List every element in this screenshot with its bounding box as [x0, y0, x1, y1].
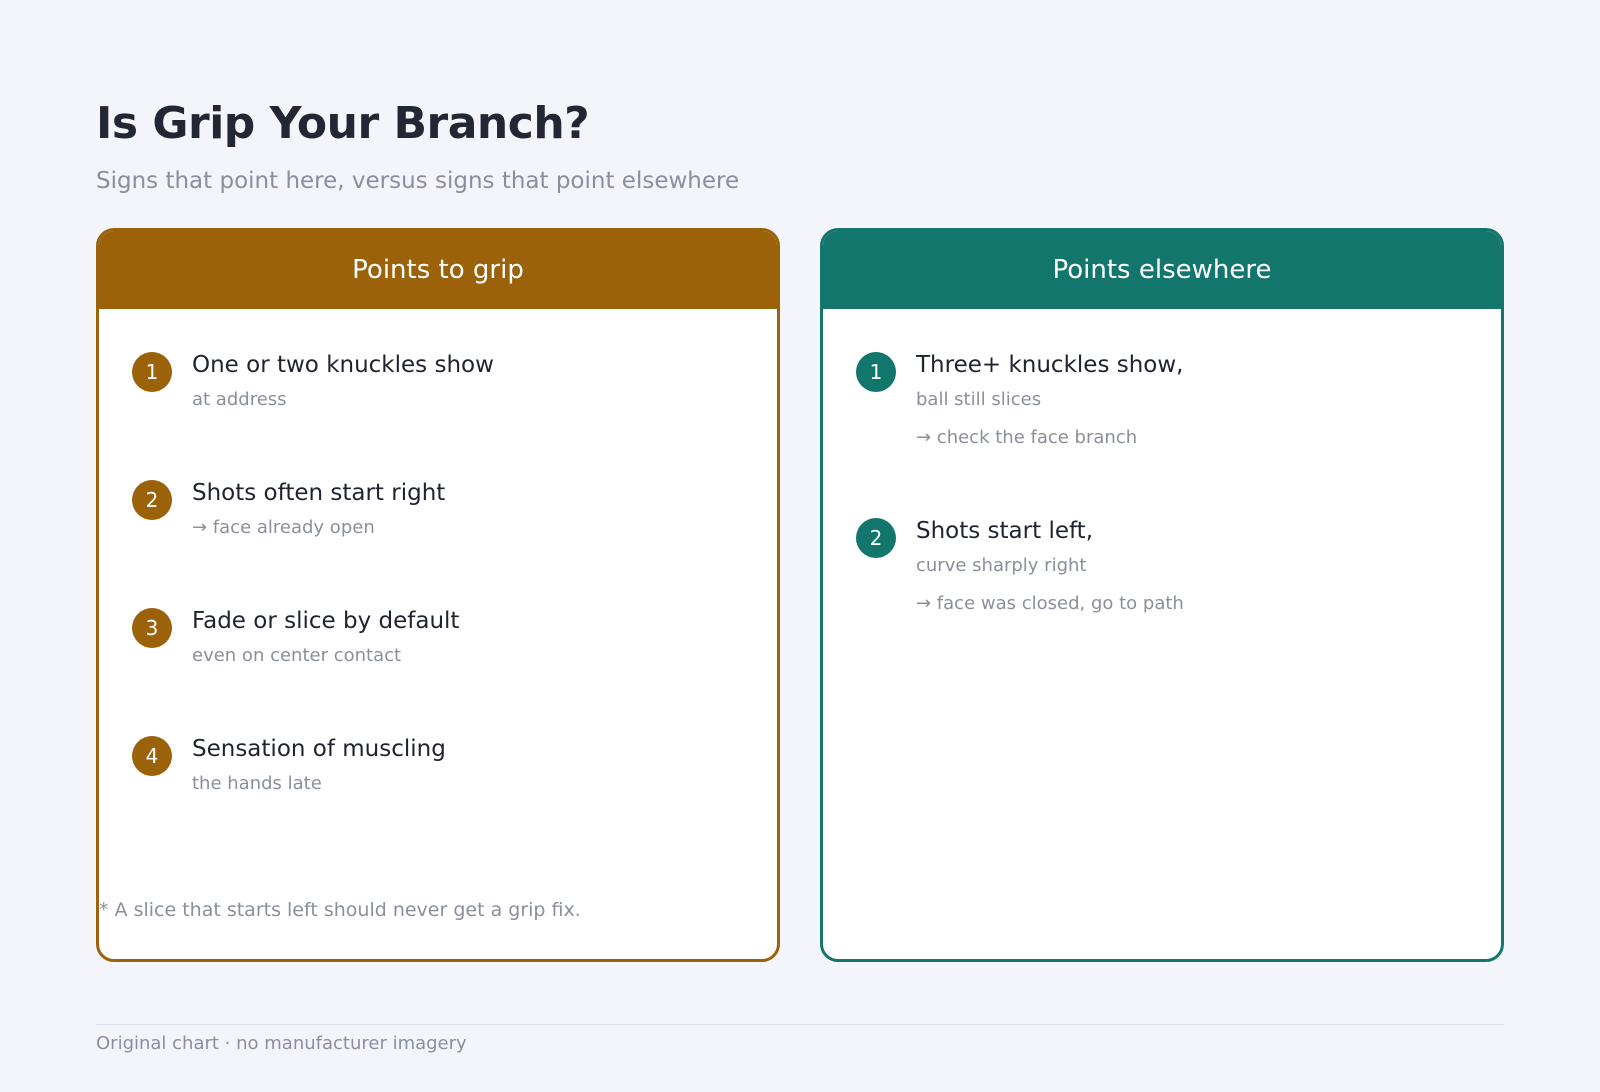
item-detail: → face already open — [192, 517, 375, 538]
number-badge: 2 — [132, 480, 172, 520]
item-title: One or two knuckles show — [192, 352, 494, 378]
page-subtitle: Signs that point here, versus signs that… — [96, 168, 740, 194]
grip-panel-header: Points to grip — [99, 231, 777, 309]
item-detail: curve sharply right — [916, 555, 1087, 576]
footer-divider — [96, 1024, 1504, 1025]
item-title: Shots start left, — [916, 518, 1094, 544]
footer-note: Original chart · no manufacturer imagery — [96, 1033, 467, 1054]
item-detail: even on center contact — [192, 645, 402, 666]
grip-panel: Points to grip 1 One or two knuckles sho… — [96, 228, 780, 962]
item-detail: the hands late — [192, 773, 322, 794]
item-detail: → face was closed, go to path — [916, 593, 1184, 614]
item-title: Sensation of muscling — [192, 736, 446, 762]
item-detail: → check the face branch — [916, 427, 1138, 448]
item-title: Three+ knuckles show, — [916, 352, 1184, 378]
number-badge: 1 — [132, 352, 172, 392]
number-badge: 2 — [856, 518, 896, 558]
number-badge: 3 — [132, 608, 172, 648]
item-detail: at address — [192, 389, 287, 410]
number-badge: 4 — [132, 736, 172, 776]
page-title: Is Grip Your Branch? — [96, 98, 590, 149]
item-title: Fade or slice by default — [192, 608, 460, 634]
item-detail: ball still slices — [916, 389, 1042, 410]
elsewhere-panel-header: Points elsewhere — [823, 231, 1501, 309]
grip-panel-footnote: * A slice that starts left should never … — [99, 899, 581, 921]
item-title: Shots often start right — [192, 480, 446, 506]
elsewhere-panel: Points elsewhere 1 Three+ knuckles show,… — [820, 228, 1504, 962]
number-badge: 1 — [856, 352, 896, 392]
